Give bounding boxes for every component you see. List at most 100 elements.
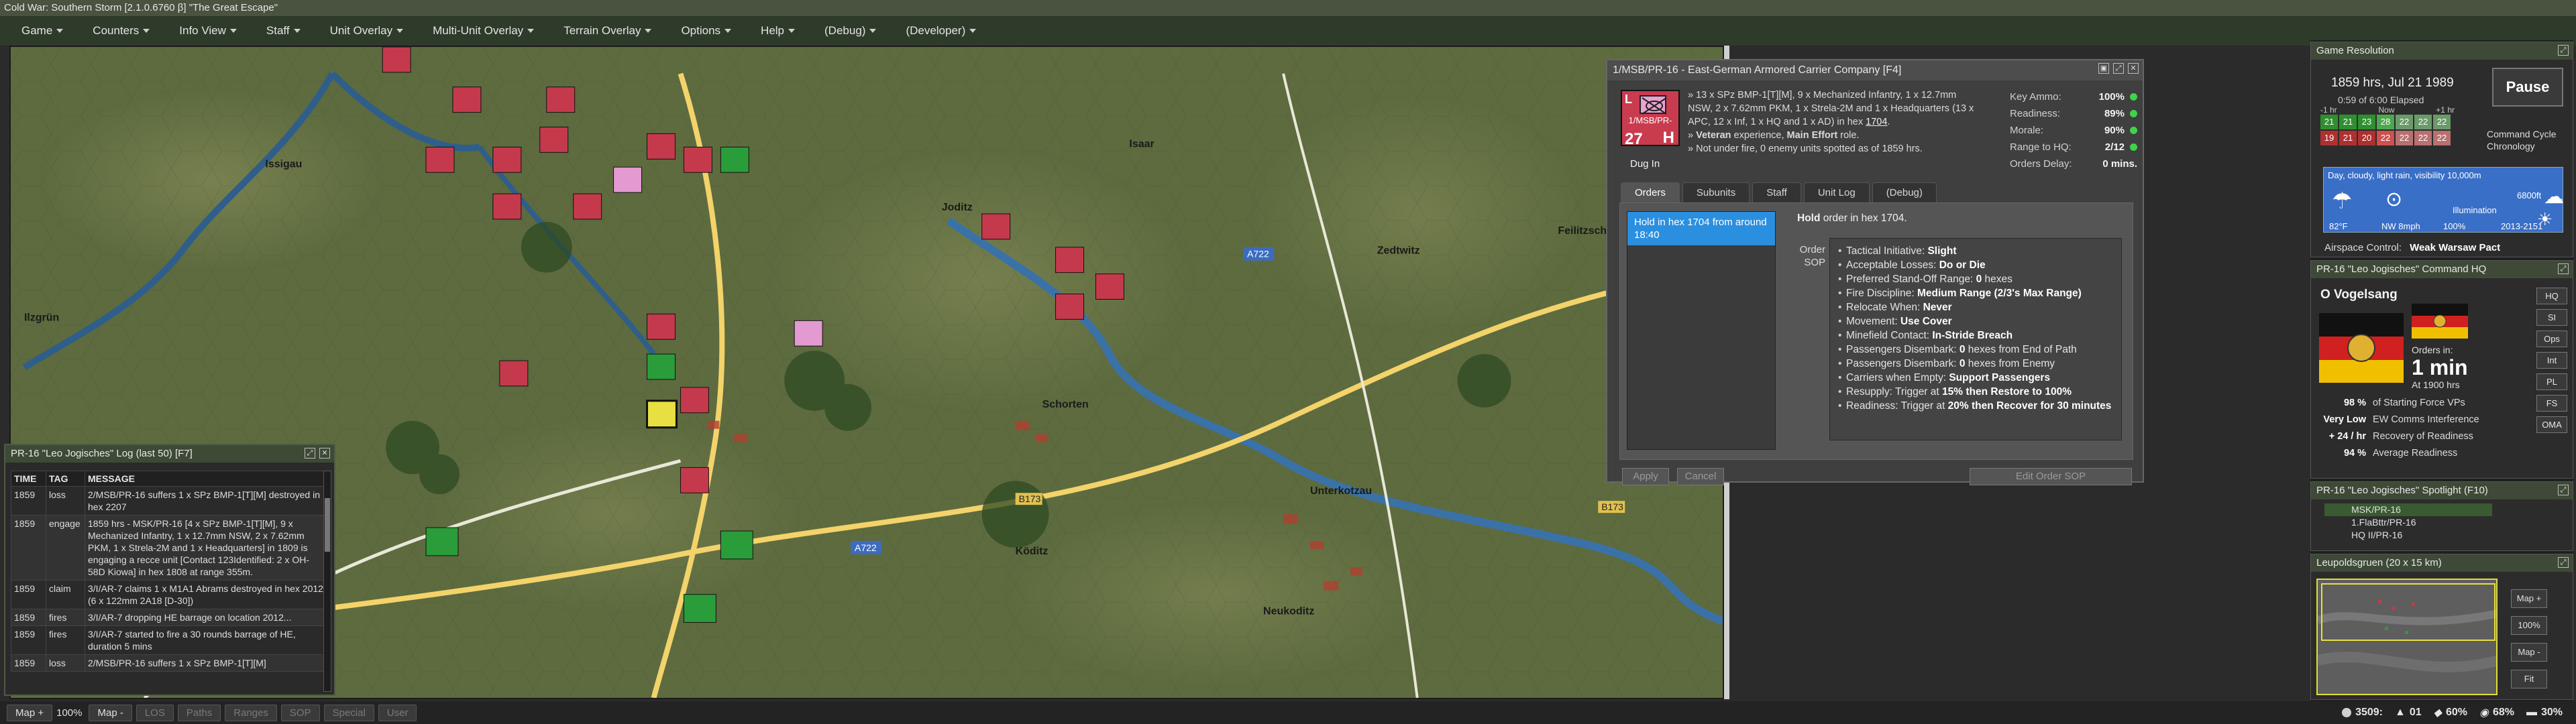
menu-debug[interactable]: (Debug) xyxy=(810,24,891,38)
wind-speed: NW 8mph xyxy=(2381,221,2420,231)
resize-icon[interactable]: ⤢ xyxy=(2113,63,2124,74)
fs-button[interactable]: FS xyxy=(2536,395,2567,412)
map-zoom-out-button[interactable]: Map - xyxy=(2511,643,2547,662)
table-row[interactable]: 1859 fires 3/I/AR-7 dropping HE barrage on… xyxy=(11,609,329,626)
special-toggle[interactable]: Special xyxy=(323,704,374,721)
ranges-toggle[interactable]: Ranges xyxy=(225,704,277,721)
apply-button[interactable]: Apply xyxy=(1622,468,1669,485)
table-row[interactable]: 1859 loss 2/MSB/PR-16 suffers 1 x SPz BMP-… xyxy=(11,654,329,672)
table-row[interactable]: 1859 engage 1859 hrs - MSK/PR-16 [4 x SPz … xyxy=(11,515,329,581)
sop-value: Do or Die xyxy=(1939,259,1986,271)
menu-label: (Developer) xyxy=(906,24,966,37)
town-label: Issigau xyxy=(265,158,302,170)
table-row[interactable]: 1859 fires 3/I/AR-7 started to fire a 30 r… xyxy=(11,625,329,655)
map-zoom-out-button[interactable]: Map - xyxy=(89,704,132,721)
cancel-button[interactable]: Cancel xyxy=(1677,468,1724,485)
unit-window-controls: ▣ ⤢ ✕ xyxy=(2098,63,2139,74)
chrono-cell: 21 xyxy=(2320,115,2338,129)
panel-header[interactable]: PR-16 "Leo Jogisches" Spotlight (F10) ⤢ xyxy=(2311,482,2573,499)
hq-button[interactable]: HQ xyxy=(2536,288,2567,304)
pl-button[interactable]: PL xyxy=(2536,373,2567,390)
hq-stat-value: + 24 / hr xyxy=(2328,431,2366,442)
unit-counter[interactable]: L 1/MSB/PR- 27 H xyxy=(1621,90,1680,148)
lock-icon[interactable]: ▣ xyxy=(2098,63,2109,74)
los-toggle[interactable]: LOS xyxy=(136,704,174,721)
menu-label: (Debug) xyxy=(824,24,866,37)
column-header[interactable]: TIME xyxy=(11,471,46,487)
table-row[interactable]: 1859 loss 2/MSB/PR-16 suffers 1 x SPz BMP-… xyxy=(11,486,329,516)
tab-subunits[interactable]: Subunits xyxy=(1682,182,1750,203)
sop-value: 0 xyxy=(1976,274,1982,285)
paths-toggle[interactable]: Paths xyxy=(177,704,221,721)
chrono-cell: 22 xyxy=(2396,115,2413,129)
tab-unit-log[interactable]: Unit Log xyxy=(1803,182,1870,203)
log-panel-controls: ⤢ ✕ xyxy=(305,448,330,459)
panel-header[interactable]: PR-16 "Leo Jogisches" Command HQ ⤢ xyxy=(2311,261,2573,278)
panel-header[interactable]: Game Resolution ⤢ xyxy=(2311,42,2573,60)
menu-developer[interactable]: (Developer) xyxy=(891,24,991,38)
orders-in-time: At 1900 hrs xyxy=(2412,379,2460,390)
row-tag: loss xyxy=(46,654,85,672)
oma-button[interactable]: OMA xyxy=(2536,416,2567,433)
unit-window-header[interactable]: 1/MSB/PR-16 - East-German Armored Carrie… xyxy=(1607,60,2143,80)
menu-game[interactable]: Game xyxy=(7,24,78,38)
resize-icon[interactable]: ⤢ xyxy=(2558,557,2569,568)
resize-icon[interactable]: ⤢ xyxy=(2558,485,2569,495)
panel-header[interactable]: Leupoldsgruen (20 x 15 km) ⤢ xyxy=(2311,554,2573,572)
resize-icon[interactable]: ⤢ xyxy=(2558,263,2569,274)
minimap-view[interactable] xyxy=(2316,579,2498,695)
stat-value: 2/12 xyxy=(2104,141,2125,153)
map-zoom-in-button[interactable]: Map + xyxy=(2511,589,2547,608)
table-row[interactable]: 1859 claim 3/I/AR-7 claims 1 x M1A1 Abrams… xyxy=(11,580,329,609)
menu-counters[interactable]: Counters xyxy=(78,24,164,38)
stat-label: Orders Delay: xyxy=(2010,158,2072,170)
menu-label: Game xyxy=(21,24,53,37)
user-toggle[interactable]: User xyxy=(378,704,417,721)
menu-terrain-overlay[interactable]: Terrain Overlay xyxy=(549,24,666,38)
pause-button[interactable]: Pause xyxy=(2492,68,2563,107)
row-time: 1859 xyxy=(11,609,46,626)
si-button[interactable]: SI xyxy=(2536,309,2567,326)
menu-options[interactable]: Options xyxy=(666,24,746,38)
ops-button[interactable]: Ops xyxy=(2536,330,2567,347)
road-label: B173 xyxy=(1601,501,1623,512)
int-button[interactable]: Int xyxy=(2536,352,2567,369)
stat-label: Morale: xyxy=(2010,125,2044,136)
sop-toggle[interactable]: SOP xyxy=(280,704,320,721)
orders-list[interactable]: Hold in hex 1704 from around 18:40 xyxy=(1627,211,1776,450)
cloud-altitude: 6800ft xyxy=(2517,190,2542,200)
row-message: 2/MSB/PR-16 suffers 1 x SPz BMP-1[T][M] … xyxy=(85,486,329,516)
row-time: 1859 xyxy=(11,515,46,581)
list-item[interactable]: MSK/PR-16 xyxy=(2324,503,2492,516)
resize-icon[interactable]: ⤢ xyxy=(2558,45,2569,56)
row-tag: fires xyxy=(46,609,85,626)
sop-key: Fire Discipline: xyxy=(1846,288,1917,299)
menu-unit-overlay[interactable]: Unit Overlay xyxy=(315,24,419,38)
log-scrollbar[interactable] xyxy=(323,471,331,692)
menu-help[interactable]: Help xyxy=(746,24,810,38)
list-item[interactable]: HQ II/PR-16 xyxy=(2324,529,2492,542)
menu-multi-unit-overlay[interactable]: Multi-Unit Overlay xyxy=(418,24,549,38)
column-header[interactable]: MESSAGE xyxy=(85,471,329,487)
list-item[interactable]: Hold in hex 1704 from around 18:40 xyxy=(1627,212,1775,245)
menu-staff[interactable]: Staff xyxy=(252,24,315,38)
edit-order-sop-button[interactable]: Edit Order SOP xyxy=(1970,468,2132,485)
map-fit-button[interactable]: Fit xyxy=(2511,670,2547,688)
tab-debug[interactable]: (Debug) xyxy=(1872,182,1937,203)
list-item[interactable]: 1.FlaBttr/PR-16 xyxy=(2324,516,2492,529)
tab-orders[interactable]: Orders xyxy=(1621,182,1680,203)
resize-icon[interactable]: ⤢ xyxy=(305,448,315,459)
log-panel-header[interactable]: PR-16 "Leo Jogisches" Log (last 50) [F7]… xyxy=(5,445,334,463)
close-icon[interactable]: ✕ xyxy=(319,448,330,459)
chrono-cell: 22 xyxy=(2433,115,2451,129)
row-tag: loss xyxy=(46,486,85,516)
menu-info-view[interactable]: Info View xyxy=(164,24,252,38)
column-header[interactable]: TAG xyxy=(46,471,85,487)
unit-hex-link[interactable]: 1704 xyxy=(1866,117,1887,127)
tab-staff[interactable]: Staff xyxy=(1752,182,1801,203)
map-zoom-in-button[interactable]: Map + xyxy=(7,704,53,721)
scrollbar-thumb[interactable] xyxy=(325,498,330,552)
close-icon[interactable]: ✕ xyxy=(2128,63,2139,74)
vehicle-icon: ▬ xyxy=(2526,707,2537,718)
command-cycle-grid[interactable]: 21 21 23 28 22 22 22 19 21 20 22 22 22 2… xyxy=(2320,115,2451,145)
